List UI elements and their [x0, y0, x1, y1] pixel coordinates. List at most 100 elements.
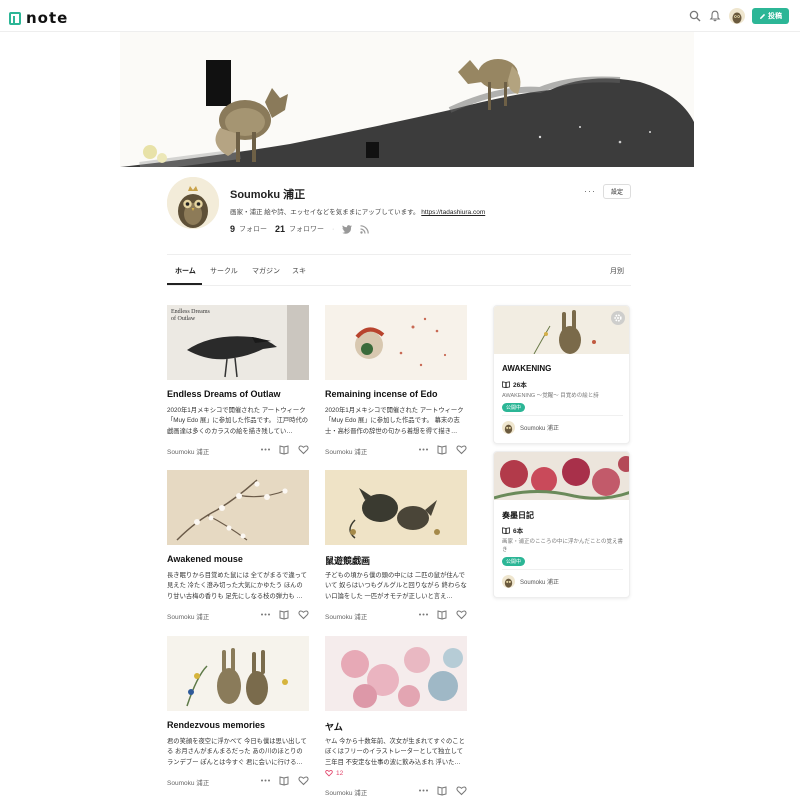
- follows-count[interactable]: 9: [230, 224, 235, 234]
- pink-flowers-illustration: [325, 636, 467, 711]
- magazine-title[interactable]: 奏墨日記: [502, 510, 534, 521]
- article-card[interactable]: Endless Dreams of Outlaw Endless Dreams …: [167, 305, 309, 460]
- tab-home[interactable]: ホーム: [175, 266, 196, 276]
- magazine-settings-button[interactable]: [611, 311, 625, 325]
- magazine-article-count: 6本: [502, 525, 523, 535]
- article-actions: [260, 775, 309, 786]
- tab-circle[interactable]: サークル: [210, 266, 238, 276]
- more-options-icon[interactable]: [418, 785, 429, 796]
- like-count: 12: [325, 769, 343, 777]
- article-thumbnail[interactable]: [167, 470, 309, 545]
- owl-avatar-icon: [167, 177, 219, 229]
- heart-icon[interactable]: [298, 775, 309, 786]
- magazine-description: AWAKENING 〜覚醒〜 目覚めの絵と詩: [502, 393, 599, 399]
- article-title[interactable]: Rendezvous memories: [167, 720, 265, 730]
- more-options-icon[interactable]: [418, 444, 429, 455]
- followers-count[interactable]: 21: [275, 224, 285, 234]
- more-options-icon[interactable]: [418, 609, 429, 620]
- article-card[interactable]: 鼠遊競戯画 子どもの頃から僕の頭の中には 二匹の鼠が住んでいて 奴らはいつもグル…: [325, 470, 467, 625]
- article-author[interactable]: Soumoku 浦正: [167, 446, 209, 456]
- more-options-icon[interactable]: [260, 775, 271, 786]
- article-thumbnail[interactable]: [325, 636, 467, 711]
- article-author[interactable]: Soumoku 浦正: [325, 787, 367, 797]
- article-card[interactable]: Awakened mouse 長き眠りから目覚めた鼠には 全てがまるで違って見え…: [167, 470, 309, 625]
- follows-label[interactable]: フォロー: [239, 224, 267, 234]
- magazine-title[interactable]: AWAKENING: [502, 364, 551, 373]
- magazine-thumbnail[interactable]: [494, 306, 629, 354]
- article-excerpt: 2020年1月メキシコで開催された アートウィーク「Muy Edo 展」に参加し…: [325, 407, 464, 435]
- note-logo[interactable]: note: [9, 9, 68, 27]
- article-card[interactable]: Rendezvous memories 君の笑顔を夜空に浮かべて 今日も僕は思い…: [167, 636, 309, 791]
- article-title[interactable]: Endless Dreams of Outlaw: [167, 389, 281, 399]
- profile-more-button[interactable]: ···: [584, 186, 596, 196]
- article-card[interactable]: Remaining incense of Edo 2020年1月メキシコで開催さ…: [325, 305, 467, 460]
- profile-bio: 画家・浦正 絵や詩、エッセイなどを気ままにアップしています。 https://t…: [230, 206, 485, 216]
- magazine-divider: [502, 415, 623, 416]
- stats-separator: ·: [332, 225, 335, 233]
- article-author[interactable]: Soumoku 浦正: [167, 777, 209, 787]
- article-excerpt: 子どもの頃から僕の頭の中には 二匹の鼠が住んでいて 奴らはいつもグルグルと回りな…: [325, 572, 467, 600]
- tab-likes[interactable]: スキ: [292, 266, 306, 276]
- article-thumbnail[interactable]: [167, 636, 309, 711]
- magazine-article-count: 26本: [502, 379, 527, 389]
- public-status-badge: 公開中: [502, 557, 526, 566]
- logo-text: note: [26, 9, 69, 27]
- author-avatar: [502, 575, 515, 588]
- post-button[interactable]: 投稿: [752, 8, 789, 24]
- book-icon: [502, 380, 510, 388]
- heart-icon[interactable]: [298, 609, 309, 620]
- magazine-author[interactable]: Soumoku 浦正: [502, 575, 559, 588]
- add-to-magazine-icon[interactable]: [279, 775, 290, 786]
- add-to-magazine-icon[interactable]: [437, 609, 448, 620]
- add-to-magazine-icon[interactable]: [437, 444, 448, 455]
- article-author[interactable]: Soumoku 浦正: [325, 611, 367, 621]
- magazine-count-value: 26本: [513, 382, 527, 389]
- article-author[interactable]: Soumoku 浦正: [325, 446, 367, 456]
- article-title[interactable]: 鼠遊競戯画: [325, 554, 370, 567]
- magazine-thumbnail[interactable]: [494, 452, 629, 500]
- dancing-mice-illustration: [325, 470, 467, 545]
- article-author[interactable]: Soumoku 浦正: [167, 611, 209, 621]
- magazine-author[interactable]: Soumoku 浦正: [502, 421, 559, 434]
- article-excerpt: ヤム 今から十数年前、次女が生まれてすぐのことぼくはフリーのイラストレーターとし…: [325, 738, 465, 766]
- article-title[interactable]: Awakened mouse: [167, 554, 243, 564]
- magazine-card[interactable]: 奏墨日記 6本 画家・浦正のこころの中に浮かんだことの覚え書き 公開中 Soum…: [493, 451, 630, 598]
- heart-icon[interactable]: [298, 444, 309, 455]
- tabs-divider-bottom: [167, 285, 631, 286]
- rss-icon[interactable]: [360, 224, 370, 234]
- settings-button[interactable]: 設定: [603, 184, 631, 199]
- public-status-badge: 公開中: [502, 403, 526, 412]
- article-title[interactable]: ヤム: [325, 720, 343, 733]
- followers-label[interactable]: フォロワー: [289, 224, 324, 234]
- bell-icon[interactable]: [709, 10, 721, 22]
- monthly-archive-link[interactable]: 月別: [610, 266, 624, 276]
- profile-avatar[interactable]: [167, 177, 219, 229]
- tab-magazine[interactable]: マガジン: [252, 266, 280, 276]
- heart-icon[interactable]: [456, 785, 467, 796]
- more-options-icon[interactable]: [260, 444, 271, 455]
- add-to-magazine-icon[interactable]: [279, 609, 290, 620]
- heart-icon[interactable]: [456, 609, 467, 620]
- heart-icon: [325, 770, 333, 777]
- search-icon[interactable]: [689, 10, 701, 22]
- add-to-magazine-icon[interactable]: [279, 444, 290, 455]
- add-to-magazine-icon[interactable]: [437, 785, 448, 796]
- heart-icon[interactable]: [456, 444, 467, 455]
- article-thumbnail[interactable]: [325, 470, 467, 545]
- more-options-icon[interactable]: [260, 609, 271, 620]
- profile-website-link[interactable]: https://tadashiura.com: [421, 209, 485, 216]
- magazine-author-name: Soumoku 浦正: [520, 580, 560, 586]
- magazine-divider: [502, 569, 623, 570]
- article-thumbnail[interactable]: Endless Dreams of Outlaw: [167, 305, 309, 380]
- article-actions: [418, 444, 467, 455]
- article-excerpt: 君の笑顔を夜空に浮かべて 今日も僕は思い出してる お月さんがまんまるだった あの…: [167, 738, 307, 766]
- profile-name: Soumoku 浦正: [230, 189, 306, 201]
- magazine-card[interactable]: AWAKENING 26本 AWAKENING 〜覚醒〜 目覚めの絵と詩 公開中…: [493, 305, 630, 444]
- twitter-icon[interactable]: [342, 224, 353, 234]
- article-card[interactable]: ヤム ヤム 今から十数年前、次女が生まれてすぐのことぼくはフリーのイラストレータ…: [325, 636, 467, 801]
- article-thumbnail[interactable]: [325, 305, 467, 380]
- roses-illustration: [494, 452, 629, 500]
- plum-blossom-illustration: [167, 470, 309, 545]
- article-title[interactable]: Remaining incense of Edo: [325, 389, 438, 399]
- user-avatar[interactable]: [729, 8, 745, 24]
